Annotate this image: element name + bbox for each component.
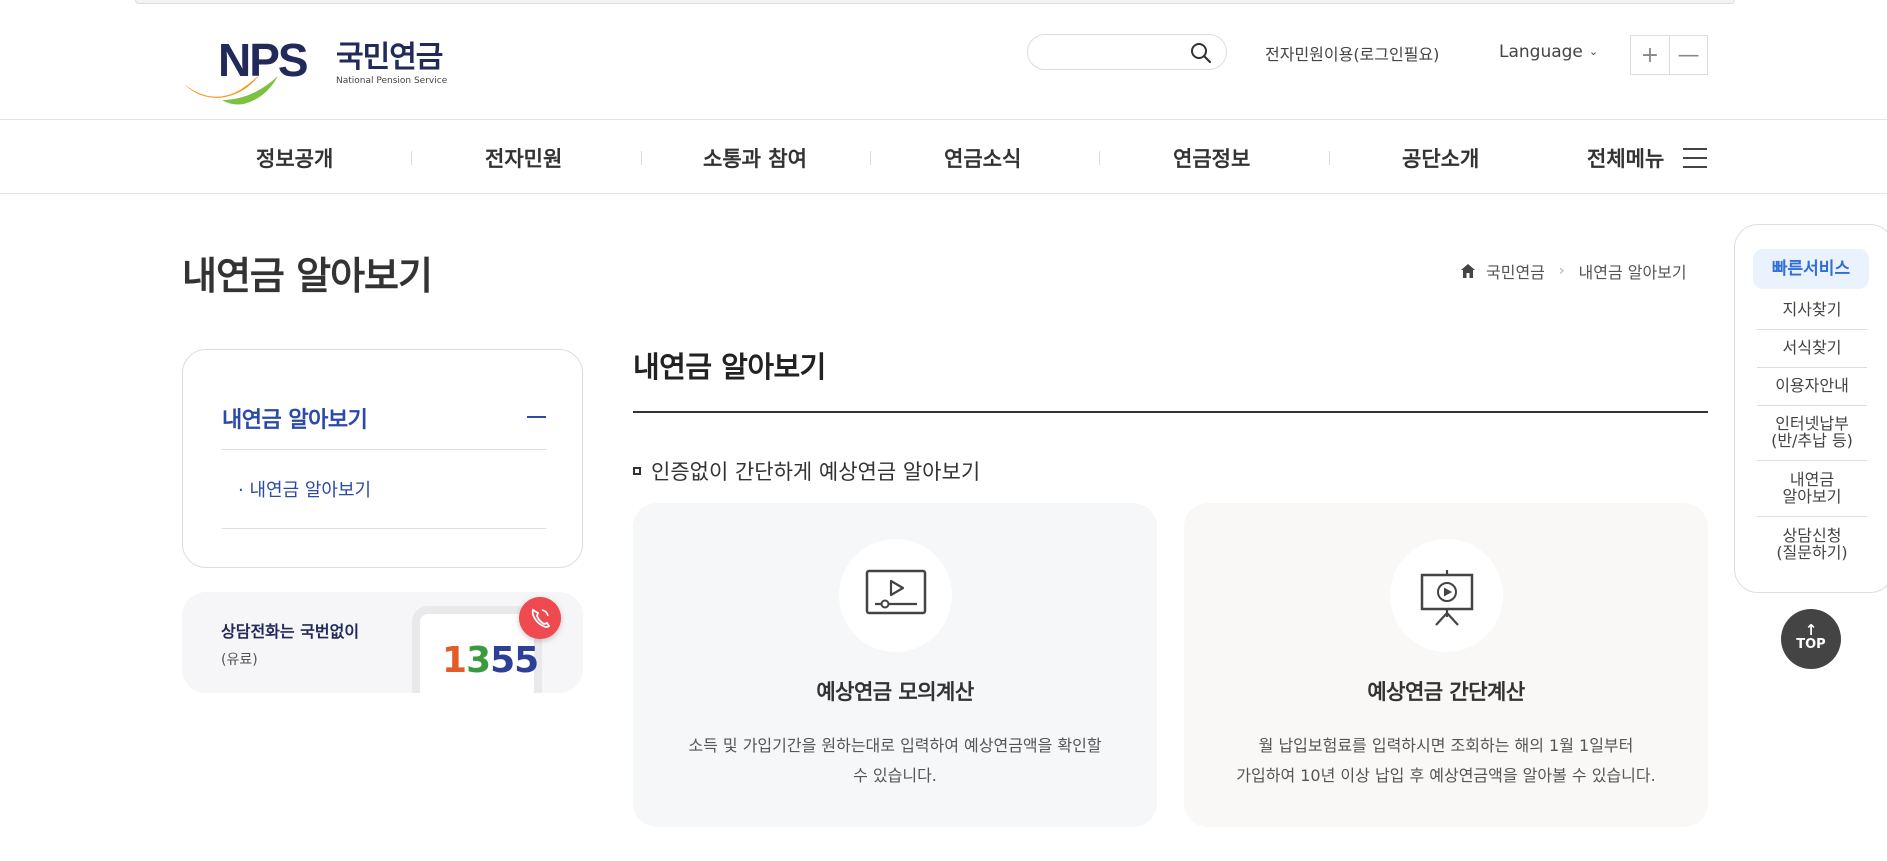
quick-item-branch-finder[interactable]: 지사찾기 — [1757, 301, 1867, 318]
logo-text-ko: 국민연금 — [336, 40, 443, 75]
call-banner-sub: (유료) — [221, 652, 258, 668]
side-nav: 내연금 알아보기 · 내연금 알아보기 — [182, 349, 583, 568]
breadcrumb: 국민연금 › 내연금 알아보기 — [1460, 259, 1687, 283]
nav-separator — [870, 151, 871, 165]
quick-item-consultation[interactable]: 상담신청 (질문하기) — [1757, 527, 1867, 561]
breadcrumb-item-current: 내연금 알아보기 — [1578, 263, 1687, 282]
quick-item-form-finder[interactable]: 서식찾기 — [1757, 339, 1867, 356]
call-banner-title: 상담전화는 국번없이 — [221, 622, 360, 641]
page: NPS 국민연금 National Pension Service 전자민원이용… — [0, 0, 1887, 861]
quick-service-title: 빠른서비스 — [1753, 249, 1869, 289]
nav-item-info-disclosure[interactable]: 정보공개 — [256, 143, 333, 173]
arrow-up-icon: ↑ — [1804, 621, 1818, 639]
chevron-down-icon: ⌄ — [1588, 45, 1599, 58]
card-description: 소득 및 가입기간을 원하는대로 입력하여 예상연금액을 확인할 수 있습니다. — [688, 736, 1102, 785]
header: NPS 국민연금 National Pension Service 전자민원이용… — [0, 10, 1887, 120]
logo-wordmark: 국민연금 National Pension Service — [336, 32, 447, 86]
content-title: 내연금 알아보기 — [633, 350, 826, 384]
nav-item-pension-news[interactable]: 연금소식 — [944, 143, 1021, 173]
zoom-out-button[interactable]: — — [1668, 36, 1707, 74]
section-title: 인증없이 간단하게 예상연금 알아보기 — [633, 456, 980, 486]
quick-service-panel: 빠른서비스 지사찾기 서식찾기 이용자안내 인터넷납부 (반/추납 등) 내연금 알… — [1734, 224, 1887, 593]
side-nav-item[interactable]: · 내연금 알아보기 — [238, 476, 371, 502]
quick-item-internet-payment[interactable]: 인터넷납부 (반/추납 등) — [1757, 415, 1867, 449]
divider — [1757, 329, 1867, 330]
breadcrumb-chevron-icon: › — [1558, 263, 1565, 279]
divider — [222, 449, 546, 450]
logo-text-en: National Pension Service — [336, 76, 448, 86]
quick-item-my-pension[interactable]: 내연금 알아보기 — [1757, 471, 1867, 505]
svg-text:NPS: NPS — [218, 34, 307, 86]
content-divider — [633, 411, 1708, 413]
side-nav-title[interactable]: 내연금 알아보기 — [222, 402, 368, 434]
breadcrumb-item-home[interactable]: 국민연금 — [1486, 259, 1545, 283]
search-box — [1027, 34, 1227, 70]
card-title: 예상연금 간단계산 — [1367, 680, 1525, 704]
square-bullet-icon — [633, 467, 641, 475]
divider — [222, 528, 546, 529]
language-select[interactable]: Language ⌄ — [1499, 42, 1598, 62]
card-title: 예상연금 모의계산 — [816, 680, 974, 704]
nav-separator — [641, 151, 642, 165]
scroll-top-button[interactable]: ↑ TOP — [1781, 609, 1841, 669]
nav-separator — [1099, 151, 1100, 165]
divider — [1757, 460, 1867, 461]
divider — [1757, 516, 1867, 517]
home-icon[interactable] — [1460, 263, 1476, 279]
video-player-icon — [865, 569, 927, 615]
nav-item-pension-info[interactable]: 연금정보 — [1173, 143, 1250, 173]
divider — [1757, 405, 1867, 406]
hamburger-icon[interactable] — [1683, 148, 1707, 168]
scroll-top-label: TOP — [1796, 637, 1826, 652]
card-icon-circle — [839, 539, 952, 652]
search-input[interactable] — [1042, 43, 1182, 63]
nav-item-communication[interactable]: 소통과 참여 — [703, 143, 807, 173]
divider — [1757, 367, 1867, 368]
nav-separator — [1329, 151, 1330, 165]
card-icon-circle — [1390, 539, 1503, 652]
collapse-minus-icon[interactable] — [527, 416, 546, 418]
quick-item-user-guide[interactable]: 이용자안내 — [1757, 377, 1867, 394]
nav-item-ecivil[interactable]: 전자민원 — [485, 143, 562, 173]
nav-item-about[interactable]: 공단소개 — [1402, 143, 1479, 173]
section-title-text: 인증없이 간단하게 예상연금 알아보기 — [651, 460, 981, 484]
zoom-controls: + — — [1630, 35, 1708, 75]
call-number: 1355 — [442, 640, 539, 681]
all-menu-button[interactable]: 전체메뉴 — [1587, 143, 1664, 173]
card-description: 월 납입보험료를 입력하시면 조회하는 해의 1월 1일부터 가입하여 10년 … — [1236, 736, 1656, 785]
zoom-in-button[interactable]: + — [1631, 36, 1669, 74]
phone-call-icon — [519, 597, 561, 639]
top-strip — [0, 0, 1887, 10]
page-title: 내연금 알아보기 — [182, 254, 433, 298]
ecivil-login-link[interactable]: 전자민원이용(로그인필요) — [1265, 41, 1439, 65]
card-simple-calculation[interactable]: 예상연금 간단계산 월 납입보험료를 입력하시면 조회하는 해의 1월 1일부터… — [1184, 503, 1708, 827]
presentation-board-icon — [1420, 570, 1474, 626]
nav-separator — [411, 151, 412, 165]
main-nav: 정보공개 전자민원 소통과 참여 연금소식 연금정보 공단소개 전체메뉴 — [0, 121, 1887, 194]
side-nav-item-label: 내연금 알아보기 — [249, 480, 372, 501]
search-icon[interactable] — [1190, 42, 1212, 64]
language-label: Language — [1499, 42, 1583, 62]
card-mock-calculation[interactable]: 예상연금 모의계산 소득 및 가입기간을 원하는대로 입력하여 예상연금액을 확… — [633, 503, 1157, 827]
